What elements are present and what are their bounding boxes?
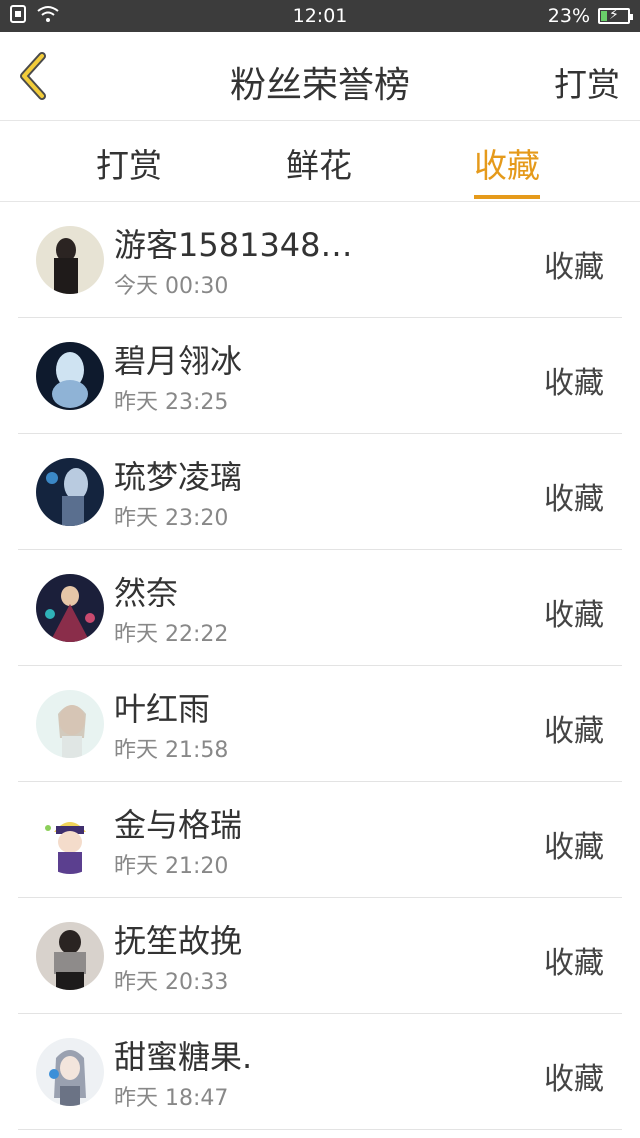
reward-button[interactable]: 打赏 bbox=[554, 58, 620, 106]
tab-reward[interactable]: 打赏 bbox=[96, 139, 162, 197]
fan-time: 昨天 20:33 bbox=[114, 970, 229, 995]
fan-list: 游客1581348… 今天 00:30 收藏 碧月翎冰 昨天 23:25 收藏 … bbox=[18, 202, 622, 1130]
battery-fill bbox=[601, 11, 607, 21]
avatar bbox=[36, 1038, 104, 1106]
fan-action: 收藏 bbox=[544, 946, 604, 981]
fan-time: 昨天 21:58 bbox=[114, 738, 229, 763]
fan-name: 琉梦凌璃 bbox=[114, 458, 243, 496]
avatar bbox=[36, 574, 104, 642]
list-item[interactable]: 抚笙故挽 昨天 20:33 收藏 bbox=[18, 898, 622, 1014]
battery-charging-icon: ⚡ bbox=[598, 7, 633, 24]
fan-name: 抚笙故挽 bbox=[114, 922, 243, 960]
status-right: 23% ⚡ bbox=[547, 5, 633, 27]
fan-name: 游客1581348… bbox=[114, 226, 353, 264]
list-item[interactable]: 叶红雨 昨天 21:58 收藏 bbox=[18, 666, 622, 782]
status-time: 12:01 bbox=[292, 5, 348, 27]
fan-time: 昨天 23:25 bbox=[114, 390, 229, 415]
fan-name: 碧月翎冰 bbox=[114, 342, 243, 380]
fan-action: 收藏 bbox=[544, 366, 604, 401]
fan-action: 收藏 bbox=[544, 482, 604, 517]
status-bar: 12:01 23% ⚡ bbox=[0, 0, 640, 32]
avatar bbox=[36, 458, 104, 526]
avatar bbox=[36, 226, 104, 294]
fan-name: 叶红雨 bbox=[114, 690, 211, 728]
fan-time: 昨天 18:47 bbox=[114, 1086, 229, 1111]
list-item[interactable]: 碧月翎冰 昨天 23:25 收藏 bbox=[18, 318, 622, 434]
fan-name: 甜蜜糖果. bbox=[114, 1038, 253, 1076]
tab-favorites[interactable]: 收藏 bbox=[474, 139, 540, 199]
avatar bbox=[36, 922, 104, 990]
list-item[interactable]: 金与格瑞 昨天 21:20 收藏 bbox=[18, 782, 622, 898]
fan-name: 然奈 bbox=[114, 574, 179, 612]
fan-action: 收藏 bbox=[544, 714, 604, 749]
avatar bbox=[36, 342, 104, 410]
fan-time: 今天 00:30 bbox=[114, 274, 229, 299]
avatar bbox=[36, 690, 104, 758]
list-item[interactable]: 琉梦凌璃 昨天 23:20 收藏 bbox=[18, 434, 622, 550]
list-item[interactable]: 甜蜜糖果. 昨天 18:47 收藏 bbox=[18, 1014, 622, 1130]
avatar bbox=[36, 806, 104, 874]
fan-time: 昨天 23:20 bbox=[114, 506, 229, 531]
battery-percent: 23% bbox=[547, 5, 590, 27]
list-item[interactable]: 游客1581348… 今天 00:30 收藏 bbox=[18, 202, 622, 318]
tab-flowers[interactable]: 鲜花 bbox=[286, 139, 352, 197]
page-title: 粉丝荣誉榜 bbox=[229, 65, 410, 106]
list-item[interactable]: 然奈 昨天 22:22 收藏 bbox=[18, 550, 622, 666]
fan-action: 收藏 bbox=[544, 598, 604, 633]
fan-action: 收藏 bbox=[544, 250, 604, 285]
fan-action: 收藏 bbox=[544, 1062, 604, 1097]
tab-bar: 打赏 鲜花 收藏 bbox=[0, 121, 640, 202]
page-header: 粉丝荣誉榜 打赏 bbox=[0, 32, 640, 121]
fan-action: 收藏 bbox=[544, 830, 604, 865]
fan-time: 昨天 21:20 bbox=[114, 854, 229, 879]
bolt-icon: ⚡ bbox=[609, 7, 619, 23]
fan-time: 昨天 22:22 bbox=[114, 622, 229, 647]
fan-name: 金与格瑞 bbox=[114, 806, 243, 844]
